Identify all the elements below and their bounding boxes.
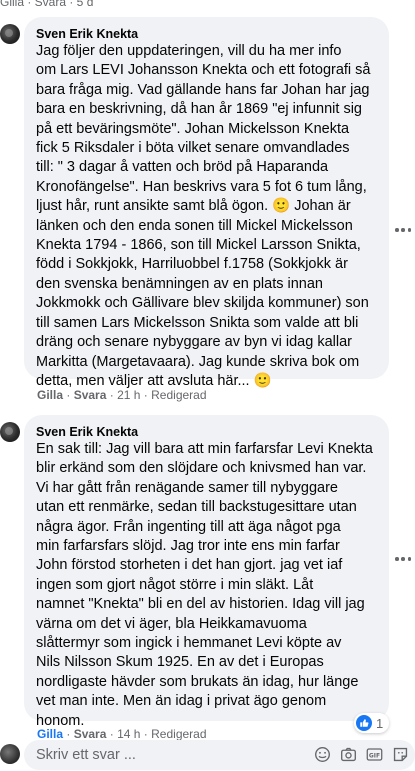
timestamp[interactable]: 21 h xyxy=(117,388,140,402)
reply-link[interactable]: Svara xyxy=(74,727,107,741)
avatar[interactable] xyxy=(0,24,20,44)
comment-actions: Gilla · Svara · 21 h · Redigerad xyxy=(37,388,207,402)
comment-actions: Gilla · Svara · 14 h · Redigerad xyxy=(37,727,207,741)
timestamp[interactable]: 14 h xyxy=(117,727,140,741)
emoji-icon[interactable] xyxy=(314,746,331,763)
comment-author[interactable]: Sven Erik Knekta xyxy=(36,424,377,440)
comment-bubble: Sven Erik Knekta Jag följer den uppdater… xyxy=(24,17,389,389)
edited-label[interactable]: Redigerad xyxy=(151,388,206,402)
comment-text: Jag följer den uppdateringen, vill du ha… xyxy=(36,43,371,389)
gif-icon[interactable]: GIF xyxy=(366,746,383,763)
reaction-summary[interactable]: 1 xyxy=(354,713,390,733)
avatar[interactable] xyxy=(0,422,20,442)
comment-bubble: Sven Erik Knekta En sak till: Jag vill b… xyxy=(24,415,389,729)
edited-label[interactable]: Redigerad xyxy=(151,727,206,741)
more-options-icon[interactable] xyxy=(392,223,414,237)
composer-icons: GIF xyxy=(314,746,409,763)
comment-author[interactable]: Sven Erik Knekta xyxy=(36,26,377,42)
current-user-avatar xyxy=(0,744,20,764)
like-link[interactable]: Gilla xyxy=(37,388,63,402)
svg-text:GIF: GIF xyxy=(369,752,380,759)
like-reaction-icon xyxy=(356,715,372,731)
reaction-count: 1 xyxy=(376,715,384,731)
like-link[interactable]: Gilla xyxy=(37,727,63,741)
sticker-icon[interactable] xyxy=(392,746,409,763)
camera-icon[interactable] xyxy=(340,746,357,763)
more-options-icon[interactable] xyxy=(392,552,414,566)
comment-text: En sak till: Jag vill bara att min farfa… xyxy=(36,441,373,729)
reply-link[interactable]: Svara xyxy=(74,388,107,402)
reply-composer: GIF xyxy=(0,740,415,771)
previous-comment-actions: Gilla · Svara · 5 d xyxy=(0,0,94,9)
